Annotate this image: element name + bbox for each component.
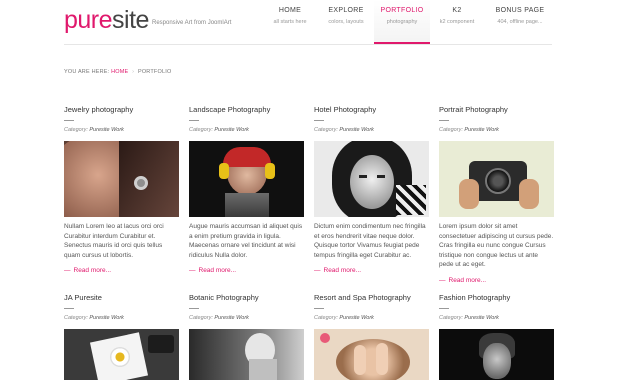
nav-item-explore[interactable]: EXPLORE colors, layouts bbox=[316, 0, 376, 44]
nav-item-home[interactable]: HOME all starts here bbox=[260, 0, 320, 44]
item-category: Category: Puresite Work bbox=[189, 315, 304, 321]
item-category: Category: Puresite Work bbox=[64, 127, 179, 133]
item-title-link[interactable]: Fashion Photography bbox=[439, 293, 554, 302]
nav-sublabel: 404, offline page... bbox=[497, 19, 543, 25]
item-thumbnail[interactable] bbox=[314, 141, 429, 217]
nav-item-portfolio[interactable]: PORTFOLIO photography bbox=[374, 0, 430, 44]
portfolio-item: Jewelry photography Category: Puresite W… bbox=[64, 105, 179, 274]
read-more-label: Read more... bbox=[198, 267, 237, 274]
item-thumbnail[interactable] bbox=[64, 141, 179, 217]
title-divider bbox=[64, 120, 74, 121]
item-title-link[interactable]: Landscape Photography bbox=[189, 105, 304, 114]
category-prefix: Category: bbox=[189, 127, 213, 133]
nav-label: HOME bbox=[278, 7, 302, 14]
category-prefix: Category: bbox=[64, 127, 88, 133]
category-link[interactable]: Puresite Work bbox=[464, 315, 499, 321]
item-description: Dictum enim condimentum nec fringilla et… bbox=[314, 223, 426, 259]
portfolio-item: Portrait Photography Category: Puresite … bbox=[439, 105, 554, 284]
item-category: Category: Puresite Work bbox=[314, 315, 429, 321]
item-thumbnail[interactable] bbox=[314, 329, 429, 380]
category-link[interactable]: Puresite Work bbox=[464, 127, 499, 133]
item-title-link[interactable]: Botanic Photography bbox=[189, 293, 304, 302]
read-more-label: Read more... bbox=[323, 267, 362, 274]
read-more-label: Read more... bbox=[73, 267, 112, 274]
portfolio-item: Hotel Photography Category: Puresite Wor… bbox=[314, 105, 429, 274]
item-title-link[interactable]: JA Puresite bbox=[64, 293, 179, 302]
item-thumbnail[interactable] bbox=[439, 141, 554, 217]
category-prefix: Category: bbox=[439, 315, 463, 321]
read-more-link[interactable]: — Read more... bbox=[64, 267, 179, 274]
title-divider bbox=[439, 308, 449, 309]
item-category: Category: Puresite Work bbox=[314, 127, 429, 133]
category-link[interactable]: Puresite Work bbox=[89, 315, 124, 321]
logo-text-site: site bbox=[112, 6, 149, 34]
item-title-link[interactable]: Resort and Spa Photography bbox=[314, 293, 429, 302]
category-link[interactable]: Puresite Work bbox=[89, 127, 124, 133]
read-more-dash: — bbox=[439, 276, 446, 284]
item-category: Category: Puresite Work bbox=[439, 127, 554, 133]
nav-sublabel: k2 component bbox=[439, 19, 475, 25]
nav-label: K2 bbox=[452, 7, 462, 14]
category-link[interactable]: Puresite Work bbox=[214, 315, 249, 321]
title-divider bbox=[439, 120, 449, 121]
category-prefix: Category: bbox=[314, 127, 338, 133]
item-description: Lorem ipsum dolor sit amet consectetuer … bbox=[439, 223, 554, 268]
nav-item-k2[interactable]: K2 k2 component bbox=[432, 0, 482, 44]
breadcrumb-separator: › bbox=[132, 69, 135, 75]
portfolio-item: Resort and Spa Photography Category: Pur… bbox=[314, 293, 429, 380]
breadcrumb-home-link[interactable]: HOME bbox=[111, 69, 128, 75]
read-more-link[interactable]: — Read more... bbox=[439, 277, 554, 284]
nav-label: EXPLORE bbox=[328, 7, 364, 14]
category-prefix: Category: bbox=[314, 315, 338, 321]
read-more-dash: — bbox=[189, 267, 196, 274]
read-more-link[interactable]: — Read more... bbox=[189, 267, 304, 274]
item-description: Augue mauris accumsan id aliquet quis a … bbox=[189, 223, 303, 259]
nav-sublabel: photography bbox=[386, 19, 418, 25]
logo-text-pure: pure bbox=[64, 6, 113, 34]
item-category: Category: Puresite Work bbox=[189, 127, 304, 133]
site-tagline: Responsive Art from JoomlArt bbox=[152, 20, 232, 26]
item-title-link[interactable]: Hotel Photography bbox=[314, 105, 429, 114]
read-more-label: Read more... bbox=[448, 276, 487, 284]
read-more-dash: — bbox=[314, 267, 321, 274]
header-divider bbox=[64, 44, 552, 45]
portfolio-item: Landscape Photography Category: Puresite… bbox=[189, 105, 304, 274]
item-description: Nullam Lorem leo at lacus orci orci Cura… bbox=[64, 223, 164, 259]
title-divider bbox=[314, 120, 324, 121]
category-prefix: Category: bbox=[439, 127, 463, 133]
read-more-link[interactable]: — Read more... bbox=[314, 267, 429, 274]
title-divider bbox=[189, 120, 199, 121]
portfolio-item: Fashion Photography Category: Puresite W… bbox=[439, 293, 554, 380]
title-divider bbox=[189, 308, 199, 309]
item-category: Category: Puresite Work bbox=[64, 315, 179, 321]
item-title-link[interactable]: Jewelry photography bbox=[64, 105, 179, 114]
item-category: Category: Puresite Work bbox=[439, 315, 554, 321]
category-link[interactable]: Puresite Work bbox=[214, 127, 249, 133]
nav-sublabel: all starts here bbox=[273, 19, 307, 25]
category-prefix: Category: bbox=[64, 315, 88, 321]
category-link[interactable]: Puresite Work bbox=[339, 315, 374, 321]
category-link[interactable]: Puresite Work bbox=[339, 127, 374, 133]
breadcrumb: YOU ARE HERE: HOME › PORTFOLIO bbox=[64, 69, 171, 75]
item-thumbnail[interactable] bbox=[64, 329, 179, 380]
nav-item-bonus-page[interactable]: BONUS PAGE 404, offline page... bbox=[488, 0, 552, 44]
item-thumbnail[interactable] bbox=[189, 141, 304, 217]
title-divider bbox=[314, 308, 324, 309]
item-thumbnail[interactable] bbox=[439, 329, 554, 380]
nav-label: BONUS PAGE bbox=[495, 7, 545, 14]
read-more-dash: — bbox=[64, 267, 71, 274]
portfolio-item: JA Puresite Category: Puresite Work bbox=[64, 293, 179, 380]
nav-sublabel: colors, layouts bbox=[328, 19, 364, 25]
portfolio-item: Botanic Photography Category: Puresite W… bbox=[189, 293, 304, 380]
title-divider bbox=[64, 308, 74, 309]
breadcrumb-current: PORTFOLIO bbox=[137, 69, 172, 75]
breadcrumb-prefix: YOU ARE HERE: bbox=[64, 69, 110, 75]
item-title-link[interactable]: Portrait Photography bbox=[439, 105, 554, 114]
category-prefix: Category: bbox=[189, 315, 213, 321]
item-thumbnail[interactable] bbox=[189, 329, 304, 380]
nav-label: PORTFOLIO bbox=[380, 7, 424, 14]
